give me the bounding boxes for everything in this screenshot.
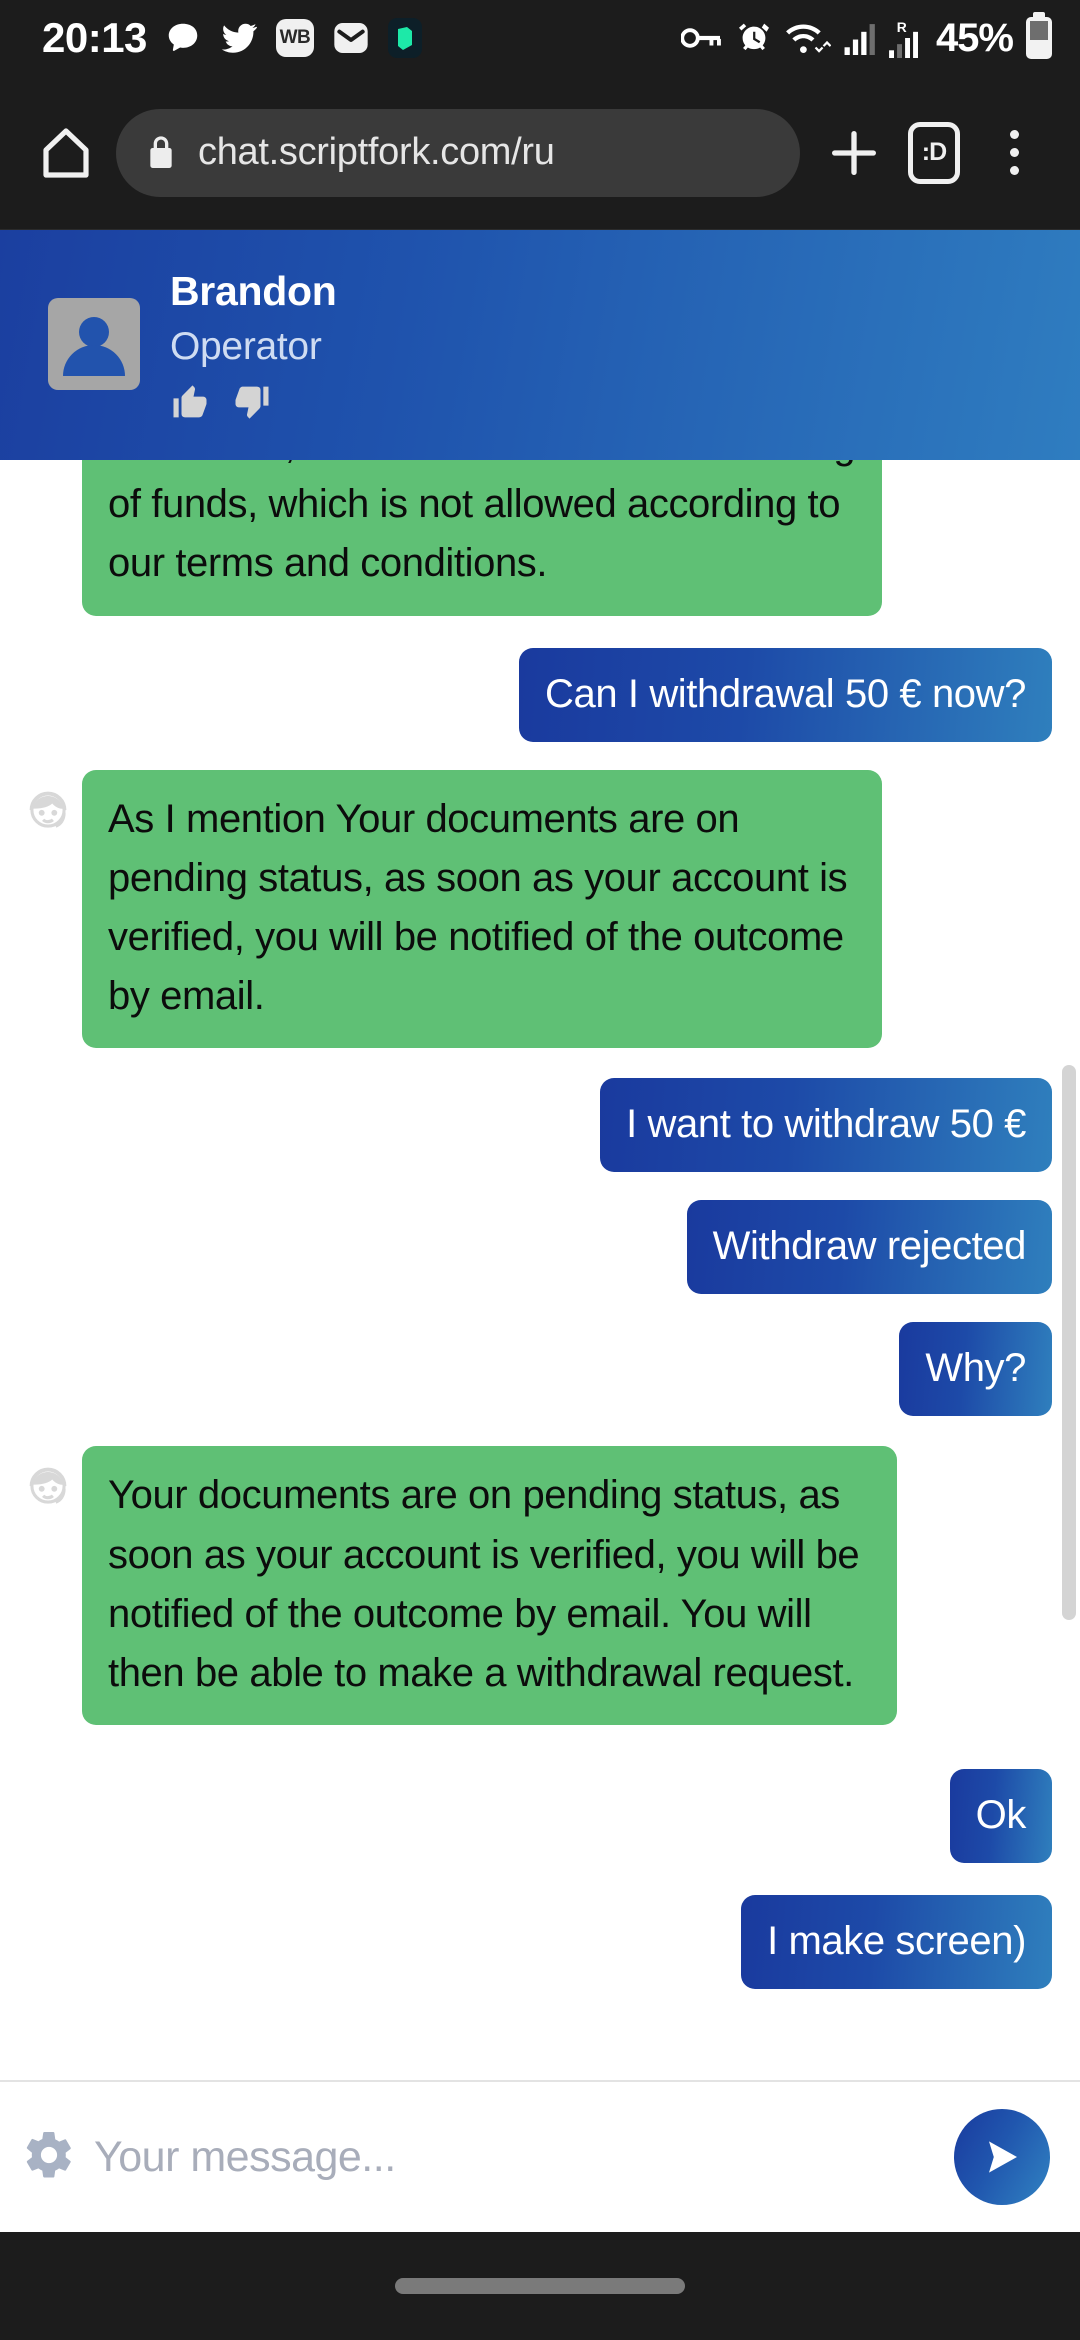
chat-message-list[interactable]: Otherwise, it will be considered as a mi… — [0, 460, 1080, 2160]
message-row-operator: Your documents are on pending status, as… — [0, 1446, 1080, 1726]
status-bar-left: 20:13 WB — [42, 17, 422, 59]
message-row-operator: As I mention Your documents are on pendi… — [0, 769, 1080, 1049]
tab-count-label: :D — [908, 121, 960, 184]
battery-empty-part — [1030, 21, 1048, 40]
thumbs-down-icon[interactable] — [230, 382, 272, 422]
operator-info: Brandon Operator — [170, 268, 337, 422]
overflow-menu-icon[interactable] — [974, 113, 1054, 193]
lock-icon — [150, 135, 172, 168]
svg-text:R: R — [897, 19, 907, 35]
tab-count-button[interactable]: :D — [894, 113, 974, 193]
operator-agent-icon — [20, 1458, 76, 1514]
browser-toolbar: chat.scriptfork.com/ru :D — [0, 76, 1080, 230]
alarm-clock-icon — [738, 23, 769, 51]
overflow-dots — [1009, 130, 1019, 175]
chat-operator-header: Brandon Operator — [0, 230, 1080, 460]
person-avatar-icon — [48, 298, 140, 390]
user-message-bubble: Can I withdrawal 50 € now? — [519, 647, 1052, 742]
message-row-user: I want to withdraw 50 € — [0, 1078, 1080, 1173]
send-button[interactable] — [954, 2109, 1050, 2205]
battery-percent-label: 45% — [935, 15, 1014, 60]
message-input-bar — [0, 2080, 1080, 2232]
android-nav-bar — [0, 2232, 1080, 2340]
operator-message-bubble: As I mention Your documents are on pendi… — [82, 769, 882, 1049]
rating-controls — [170, 382, 336, 422]
teal-app-icon — [387, 18, 422, 58]
avatar-body — [63, 345, 125, 376]
user-message-bubble: Ok — [949, 1769, 1052, 1864]
message-row-user: Withdraw rejected — [0, 1200, 1080, 1295]
message-row-operator: Otherwise, it will be considered as a mi… — [0, 460, 1080, 616]
vpn-key-icon — [680, 28, 721, 48]
user-message-bubble: I make screen) — [741, 1895, 1052, 1990]
user-message-bubble: Withdraw rejected — [686, 1200, 1052, 1295]
url-text: chat.scriptfork.com/ru — [198, 131, 555, 173]
operator-name: Brandon — [170, 268, 337, 314]
operator-agent-icon — [20, 782, 76, 838]
chat-scrollbar-thumb[interactable] — [1062, 1065, 1076, 1620]
wifi-icon — [786, 24, 831, 54]
message-row-user: Why? — [0, 1322, 1080, 1417]
home-gesture-pill[interactable] — [395, 2278, 685, 2294]
operator-role: Operator — [170, 325, 322, 369]
operator-message-bubble: Otherwise, it will be considered as a mi… — [82, 460, 882, 616]
battery-fill — [1030, 39, 1048, 55]
status-bar: 20:13 WB R 45% — [0, 0, 1080, 76]
operator-avatar-placeholder — [20, 460, 76, 464]
message-row-user: Can I withdrawal 50 € now? — [0, 647, 1080, 742]
envelope-icon — [334, 23, 368, 53]
signal-icon — [844, 24, 875, 55]
url-bar[interactable]: chat.scriptfork.com/ru — [116, 108, 800, 197]
status-bar-right: R 45% — [680, 15, 1052, 61]
phone-screen: 20:13 WB R 45% chat.scriptfork.com/ru:D… — [0, 0, 1080, 2340]
gear-icon[interactable] — [22, 2128, 76, 2187]
user-message-bubble: Why? — [899, 1322, 1052, 1417]
message-row-user: Ok — [0, 1769, 1080, 1864]
user-message-bubble: I want to withdraw 50 € — [600, 1078, 1052, 1173]
message-input[interactable] — [94, 2132, 954, 2182]
battery-icon — [1026, 17, 1052, 59]
avatar-head — [79, 317, 109, 347]
thumbs-up-icon[interactable] — [170, 382, 212, 422]
twitter-icon — [221, 23, 257, 53]
home-icon[interactable] — [26, 113, 106, 193]
send-arrow-icon — [989, 2141, 1017, 2173]
wb-badge-icon: WB — [275, 19, 314, 57]
roaming-signal-icon: R — [889, 19, 918, 58]
message-row-user: I make screen) — [0, 1895, 1080, 1990]
operator-message-bubble: Your documents are on pending status, as… — [82, 1446, 897, 1726]
status-clock: 20:13 — [42, 14, 147, 61]
plus-icon[interactable] — [814, 113, 894, 193]
chat-bubble-icon — [168, 23, 198, 51]
